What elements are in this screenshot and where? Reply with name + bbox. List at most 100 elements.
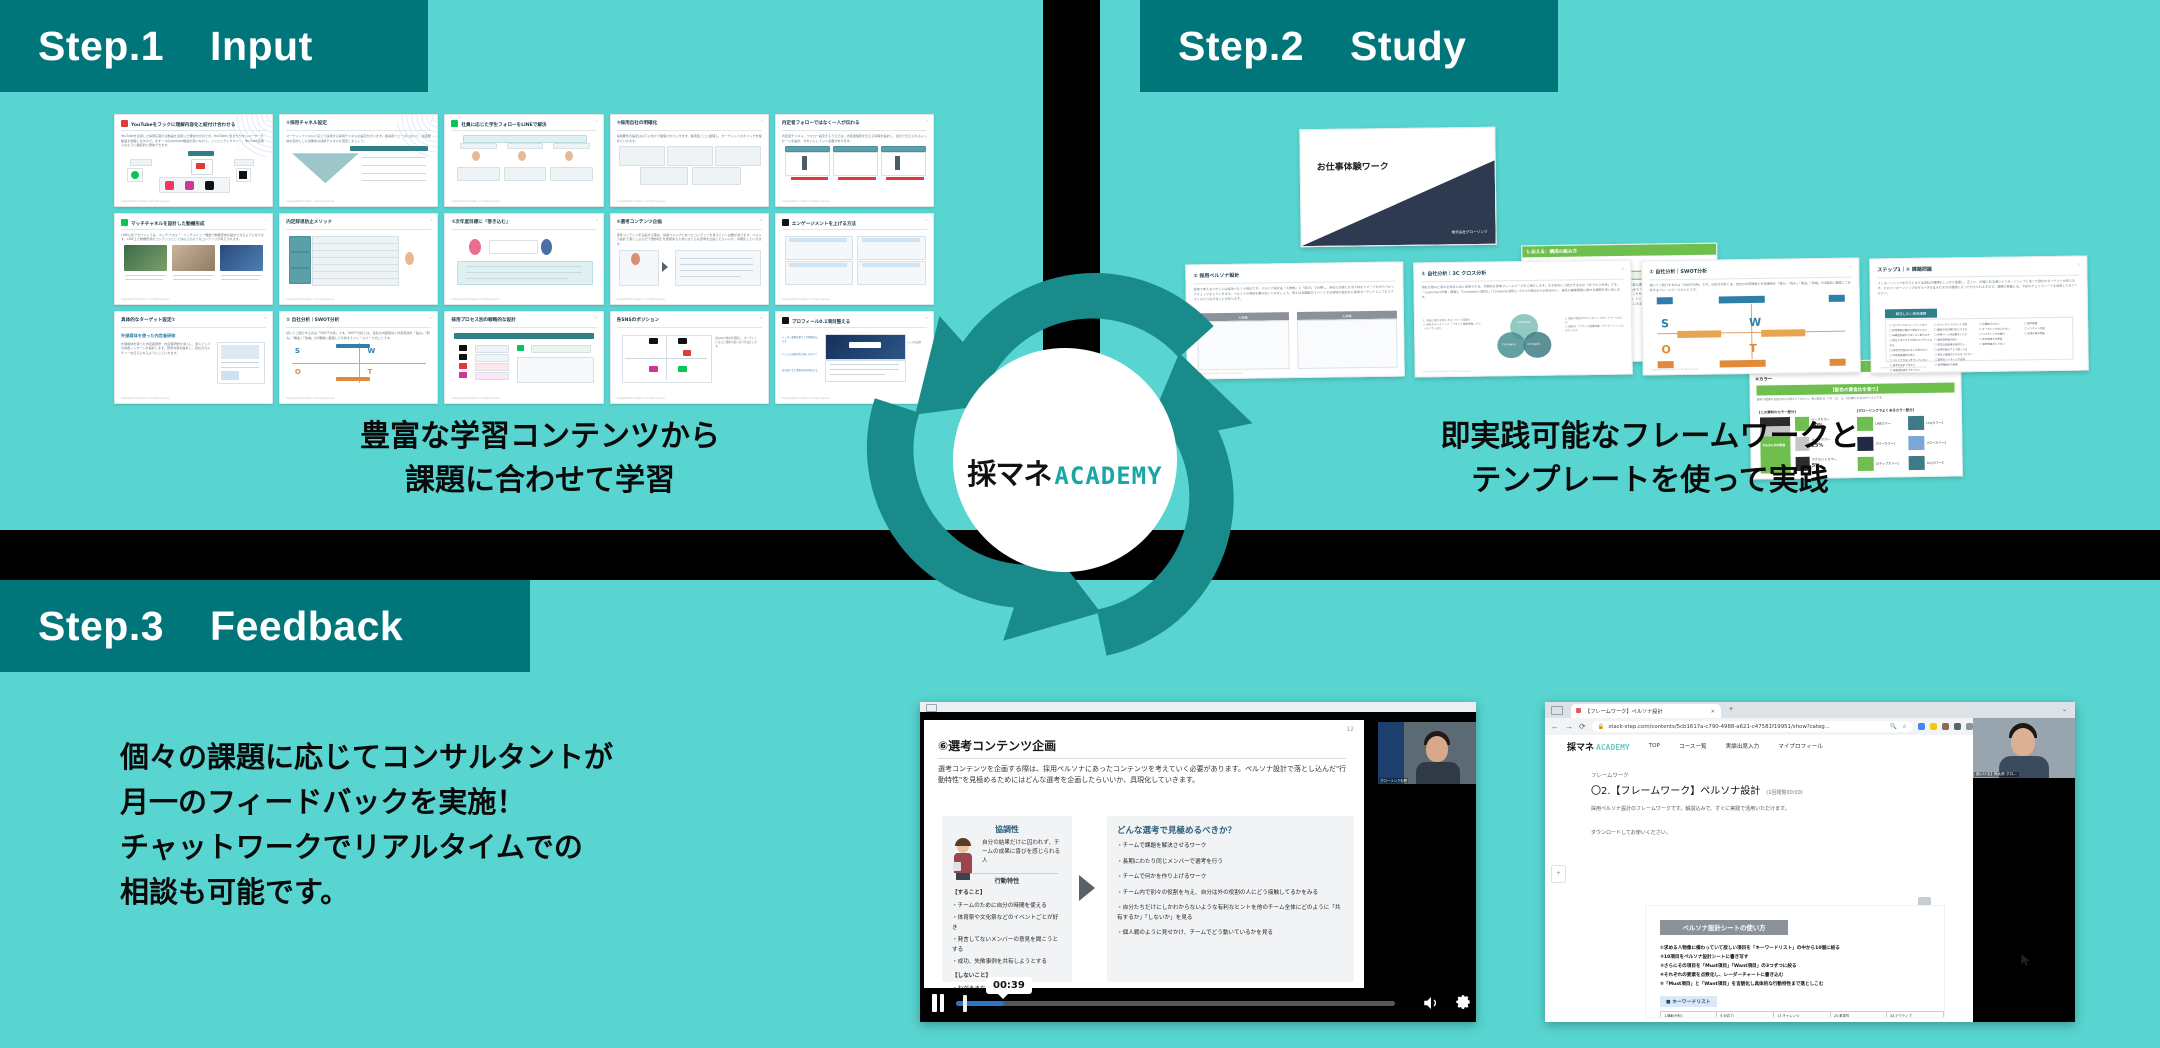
slide-thumbnail[interactable]: ステップ1｜① 課題把握 20 インターンシップを行うとまずは自社の課題をしっか… [1869, 255, 2089, 374]
thumbnail-body [286, 233, 431, 295]
arrow-right-icon [1079, 875, 1095, 901]
chevron-down-icon[interactable]: ⌄ [2062, 706, 2067, 713]
caption-line: チャットワークでリアルタイムでの [120, 829, 583, 864]
extension-icon[interactable] [1941, 723, 1949, 730]
bookmark-star-icon[interactable]: ☆ [1902, 724, 1907, 730]
extension-icon[interactable] [1929, 723, 1937, 730]
keyword-table: 1.機転が利く 9.対応力 17.チャレンジ 25.素直性 33.アクティブ 2… [1659, 1011, 1944, 1017]
presenter-slide-badge [1378, 722, 1404, 784]
slide-thumbnail[interactable]: 社員に応じた学生フォローをLINEで解決 4 Copyright2024 Gro… [444, 114, 604, 207]
video-player[interactable]: 12 ⑥選考コンテンツ企画 選考コンテンツを企画する際は、採用ペルソナにあったコ… [920, 702, 1476, 1022]
slide-page-number: 17 [1392, 268, 1397, 273]
nav-link-top[interactable]: TOP [1649, 743, 1660, 749]
slide-footer: Copyright2024 Growlink. co All right res… [781, 199, 831, 203]
slide-thumbnail[interactable]: ⑤選考コンテンツ企画 選考コンテンツを企画する際は、採用ペルソナにあったコンテン… [609, 212, 769, 306]
youtube-icon [121, 120, 128, 127]
slide-footer: Copyright2024 Growlink. co All right res… [451, 396, 500, 400]
line-icon [451, 120, 459, 127]
thumbnail-body: マーケットファネルに応じて採用する採用チャネルの設定を行います。各採用フェーズに… [286, 134, 431, 196]
divider [451, 228, 597, 230]
divider [616, 327, 762, 329]
slide-page-number: 12 [1346, 726, 1354, 733]
slide-footer: Copyright2024 Growlink. co All right res… [616, 298, 666, 302]
company-name: 株式会社グローリンク [1451, 229, 1488, 235]
slide-header-bar: 1.伝える：構成の組み方 [1522, 243, 1717, 258]
slide-page-number: 9 [595, 217, 598, 222]
slide-thumbnail[interactable]: YouTubeをフックに理解内容化と紐付け合わせる YouTubeを活用した採用… [114, 114, 274, 207]
thumbnail-body: 選考コンテンツを企画する際は、採用ペルソナにあったコンテンツを考えていく必要があ… [617, 233, 762, 295]
video-surface[interactable]: 12 ⑥選考コンテンツ企画 選考コンテンツを企画する際は、採用ペルソナにあったコ… [920, 712, 1476, 1022]
nav-link-attendance[interactable]: 実績出席入力 [1726, 742, 1760, 750]
nav-link-courses[interactable]: コース一覧 [1679, 742, 1707, 750]
slide-thumbnail-title[interactable]: お仕事体験ワーク 株式会社グローリンク [1299, 126, 1497, 248]
slide-title: ① 自社分析｜3C クロス分析 [1421, 270, 1487, 278]
volume-icon[interactable] [1421, 994, 1441, 1012]
slide-thumbnail[interactable]: 内定辞退防止メソッド 8 Copyright2024 Growlink. co … [279, 212, 439, 306]
selection-item: ・個人戦のように見せかけ、チームでどう動いているかを見る [1117, 930, 1274, 936]
presenter-name: グローリンク杉野 [1379, 778, 1409, 783]
slide-thumbnail[interactable]: 具体的なターゲット設定① 外部媒体を使った内定者研修 外部媒体を使った内定者研修… [114, 311, 274, 404]
extension-icon[interactable] [1953, 723, 1961, 730]
step-number: Step.3 [38, 602, 165, 649]
slide-thumbnail[interactable]: ① 自社分析｜SWOT分析 19 続いてご紹介するのは「SWOT分析」です。SW… [1641, 257, 1861, 376]
back-arrow-icon[interactable]: ← [1551, 722, 1559, 731]
player-window-bar [920, 702, 1476, 712]
divider [1421, 278, 1624, 283]
slide-body: 自社の強みと弱みを知るために活用できる、代表的な思考フレームワークをご紹介します… [1421, 282, 1621, 299]
close-icon[interactable]: ✕ [1711, 709, 1715, 715]
slide-page-number: 12 [263, 316, 268, 321]
slide-thumbnail[interactable]: ②採用自社の明確化 採用要件の設定は以下に向けて整理されていきます。各項目ごとに… [609, 114, 769, 207]
video-right-controls[interactable] [1409, 994, 1472, 1013]
forward-arrow-icon[interactable]: → [1565, 722, 1573, 731]
extension-icon[interactable] [1965, 723, 1973, 730]
annotation-right: 1. 競合が差を付けているトップセットページなどか 2. 競合の「ブランド価値提案… [1564, 316, 1625, 333]
slide-page-number: 19 [1848, 264, 1853, 269]
settings-gear-icon[interactable] [1453, 994, 1472, 1013]
pause-button[interactable] [930, 994, 946, 1012]
scrubber-handle[interactable] [962, 994, 967, 1012]
thumbnail-title: マッチチャネルを設計した動機形成 [121, 218, 266, 227]
slide-thumbnail[interactable]: 各SNSのポジション 各SNSの特性を理解し、ターゲットに応じた媒体の使い分けを… [609, 311, 769, 404]
progress-scrubber[interactable]: 00:39 [956, 976, 1395, 1012]
slide-thumbnail[interactable]: 内定者フォローではなく一人が伝わる 内定者チャネル、フォロー設定するうえでは、内… [774, 114, 934, 207]
site-logo[interactable]: 採マネ ACADEMY [1567, 740, 1630, 753]
browser-window[interactable]: 【フレームワーク】ペルソナ設計 ✕ + ⌄ ← → ⟳ 🔒 stack-step… [1545, 702, 2075, 1022]
nav-link-profile[interactable]: マイプロフィール [1778, 742, 1823, 750]
slide-footer: Copyright2024 Growlink. co All right res… [451, 199, 500, 203]
presenter-head [2011, 728, 2035, 756]
thumbnail-title: 社員に応じた学生フォローをLINEで解決 [451, 120, 596, 128]
slide-thumbnail[interactable]: ① 自社分析｜3C クロス分析 18 自社の強みと弱みを知るために活用できる、代… [1413, 259, 1633, 378]
slide-title: ① 自社分析｜SWOT分析 [1649, 268, 1708, 276]
slide-thumbnail[interactable]: ① 自社分析｜SWOT分析 続いてご紹介するのは「SWOT分析」です。SWOT分… [279, 311, 439, 404]
browser-tab[interactable]: 【フレームワーク】ペルソナ設計 ✕ [1571, 704, 1721, 718]
address-bar[interactable]: 🔒 stack-step.com/contents/5cb1617a-c790-… [1591, 721, 1913, 732]
logo-jp-text: 採マネ [967, 456, 1052, 491]
doc-step: ②10項目をペルソナ設計シートに書き写す [1660, 955, 1749, 960]
divider [286, 228, 432, 230]
sidebar-toggle-button[interactable]: + [1551, 865, 1566, 883]
slide-page-number: 6 [926, 119, 928, 123]
new-tab-button[interactable]: + [1729, 706, 1733, 713]
slide-thumbnail[interactable]: ①採用チャネル設定 マーケットファネルに応じて採用する採用チャネルの設定を行いま… [279, 114, 439, 207]
extension-icon[interactable] [1917, 723, 1925, 730]
reload-icon[interactable]: ⟳ [1579, 722, 1586, 731]
browser-tab-bar[interactable]: 【フレームワーク】ペルソナ設計 ✕ + ⌄ [1545, 702, 2075, 718]
slide-footer: Copyright2024 Growlink. co All right res… [616, 396, 666, 400]
3c-venn-diagram: Customer Company Competit [1497, 313, 1552, 359]
trait-card: 協調性 自分の結果だけに囚われず、チームの成果に喜びを感じられる人 行動特性 【… [942, 816, 1072, 988]
slide-footer: Copyright2024 Growlink. co All right res… [781, 396, 831, 400]
swot-matrix: S W O T [1656, 294, 1846, 369]
slide-thumbnail[interactable]: マッチチャネルを設計した動機形成 LINE公式アカウントでは、マッチフォロー・リ… [114, 212, 274, 306]
cell: 33.アクティブ [1885, 1011, 1944, 1017]
step-label: Feedback [210, 602, 404, 649]
breadcrumb: フレームワーク [1591, 773, 1629, 779]
trait-heading: 協調性 [995, 825, 1019, 834]
slide-thumbnail[interactable]: 採用プロセス別の戦略的な設計 14 Copyright2024 Growlink… [444, 311, 604, 404]
selection-item: ・自分たちだけにしかわからないような有利なヒントを他のチーム全体にどのように「共… [1117, 905, 1341, 921]
thumbnail-title: YouTubeをフックに理解内容化と紐付け合わせる [121, 120, 266, 128]
slide-thumbnail[interactable]: ②次年度目標に「巻き込む」 9 Copyright2024 Growlink. … [444, 212, 604, 306]
search-icon[interactable]: 🔍 [1890, 724, 1897, 730]
lock-icon: 🔒 [1597, 723, 1605, 730]
video-controls[interactable]: 00:39 [930, 976, 1472, 1016]
screen-share-black-area [1973, 778, 2075, 1022]
